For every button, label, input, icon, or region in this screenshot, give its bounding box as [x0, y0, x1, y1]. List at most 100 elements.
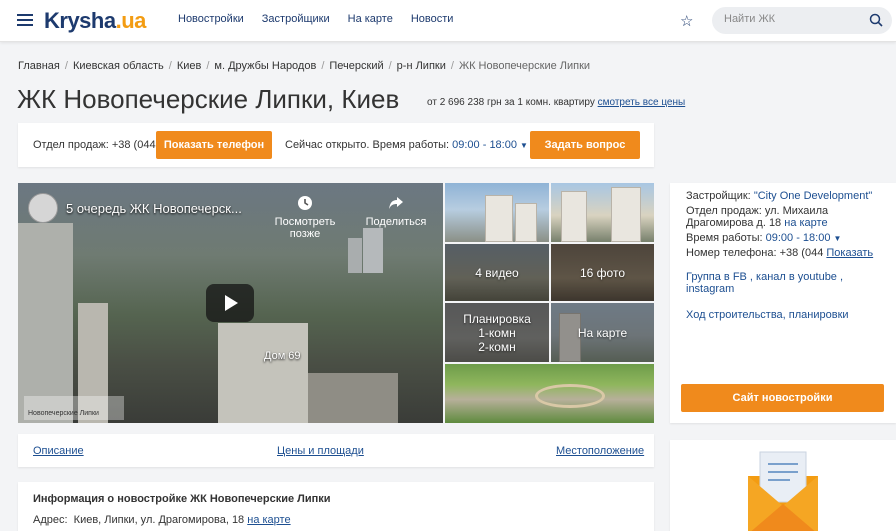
show-phone-button[interactable]: Показать телефон [156, 131, 272, 159]
breadcrumb-separator: / [64, 60, 68, 72]
tab-location[interactable]: Местоположение [556, 445, 644, 457]
building-image [515, 203, 537, 242]
envelope-icon [748, 451, 818, 531]
building-image [18, 223, 73, 423]
search-icon[interactable] [869, 13, 883, 27]
construction-progress-link[interactable]: Ход строительства, планировки [686, 308, 849, 322]
building-image [348, 238, 362, 273]
photo-thumbnail[interactable] [551, 183, 654, 242]
hours-row: Время работы: 09:00 - 18:00 ▼ [686, 231, 841, 246]
watch-later-button[interactable]: Посмотреть позже [258, 195, 352, 240]
map-tile[interactable]: На карте [551, 303, 654, 362]
share-button[interactable]: Поделиться [364, 195, 428, 228]
layouts-option-1: 1-комн [478, 325, 516, 340]
address-label: Адрес: [33, 514, 68, 526]
nav-item-map[interactable]: На карте [348, 13, 393, 25]
park-image [535, 384, 605, 408]
photos-tile[interactable]: 16 фото [551, 244, 654, 301]
description-heading: Информация о новостройке ЖК Новопечерски… [33, 493, 331, 505]
newsletter-card [670, 440, 896, 531]
breadcrumb-district[interactable]: Печерский [329, 60, 383, 72]
logo-tld: .ua [115, 8, 147, 33]
video-watermark: Новопечерские Липки [24, 396, 124, 420]
breadcrumb-separator: / [450, 60, 454, 72]
watch-later-label: Посмотреть позже [274, 216, 336, 240]
hours-value: 09:00 - 18:00 [765, 232, 831, 244]
sales-office-address: Драгомирова д. 18 [686, 217, 782, 229]
map-label: На карте [577, 325, 628, 340]
ask-question-button[interactable]: Задать вопрос [530, 131, 640, 159]
breadcrumb-city[interactable]: Киев [177, 60, 202, 72]
videos-count: 4 видео [475, 265, 519, 280]
search-box [712, 7, 892, 34]
hours-value: 09:00 - 18:00 [452, 139, 517, 151]
page-title: ЖК Новопечерские Липки, Киев [17, 84, 400, 114]
star-icon[interactable]: ☆ [680, 12, 693, 30]
building-image [363, 228, 383, 273]
breadcrumb: Главная / Киевская область / Киев / м. Д… [18, 60, 590, 72]
developer-info-panel: Застройщик: "City One Development" Отдел… [670, 183, 896, 423]
address-value: Киев, Липки, ул. Драгомирова, 18 [73, 514, 245, 526]
layouts-title: Планировка [463, 311, 531, 326]
price-line: от 2 696 238 грн за 1 комн. квартиру смо… [427, 97, 685, 108]
share-icon [389, 197, 403, 209]
breadcrumb-separator: / [321, 60, 325, 72]
chevron-down-icon: ▼ [520, 141, 528, 150]
layouts-tile[interactable]: Планировка 1-комн 2-комн [445, 303, 549, 362]
developer-label: Застройщик: [686, 190, 751, 202]
play-icon[interactable] [206, 284, 254, 322]
developer-row: Застройщик: "City One Development" [686, 189, 872, 203]
opening-hours: Сейчас открыто. Время работы: 09:00 - 18… [285, 139, 528, 151]
developer-link[interactable]: "City One Development" [754, 190, 872, 202]
breadcrumb-region[interactable]: Киевская область [73, 60, 164, 72]
phone-row: Номер телефона: +38 (044 Показать [686, 246, 873, 260]
office-map-link[interactable]: на карте [784, 217, 827, 229]
layouts-label: Планировка 1-комн 2-комн [445, 312, 549, 354]
phone-label: Номер телефона: +38 (044 [686, 247, 824, 259]
breadcrumb-area[interactable]: р-н Липки [397, 60, 446, 72]
building-image [485, 195, 513, 242]
open-status: Сейчас открыто. Время работы: [285, 139, 450, 151]
video-caption: Дом 69 [264, 350, 301, 362]
tab-description[interactable]: Описание [33, 445, 84, 457]
nav-item-developers[interactable]: Застройщики [262, 13, 330, 25]
hours-label: Время работы: [686, 232, 763, 244]
building-image [308, 373, 398, 423]
sales-dept-phone: Отдел продаж: +38 (044 [33, 139, 156, 151]
top-header: Krysha.ua Новостройки Застройщики На кар… [0, 0, 896, 42]
address-map-link[interactable]: на карте [247, 514, 290, 526]
building-image [218, 323, 308, 423]
layouts-option-2: 2-комн [478, 339, 516, 354]
channel-avatar[interactable] [28, 193, 58, 223]
address-row: Адрес: Киев, Липки, ул. Драгомирова, 18 … [33, 514, 291, 526]
sales-office-row-2: Драгомирова д. 18 на карте [686, 216, 828, 230]
tab-prices[interactable]: Цены и площади [277, 445, 364, 457]
search-input[interactable] [724, 13, 864, 25]
nav-item-new-buildings[interactable]: Новостройки [178, 13, 244, 25]
show-phone-link[interactable]: Показать [826, 247, 873, 259]
website-button[interactable]: Сайт новостройки [681, 384, 884, 412]
sales-bar: Отдел продаж: +38 (044 Показать телефон … [18, 123, 654, 167]
price-text: от 2 696 238 грн за 1 комн. квартиру [427, 97, 595, 108]
nav-item-news[interactable]: Новости [411, 13, 454, 25]
breadcrumb-current: ЖК Новопечерские Липки [458, 60, 591, 72]
section-tabs: Описание Цены и площади Местоположение [18, 434, 654, 467]
site-logo[interactable]: Krysha.ua [44, 8, 146, 34]
breadcrumb-home[interactable]: Главная [18, 60, 60, 72]
chevron-down-icon: ▼ [833, 234, 842, 243]
all-prices-link[interactable]: смотреть все цены [598, 97, 686, 108]
video-player[interactable]: 5 очередь ЖК Новопечерск... Посмотреть п… [18, 183, 443, 423]
breadcrumb-separator: / [168, 60, 172, 72]
videos-tile[interactable]: 4 видео [445, 244, 549, 301]
breadcrumb-metro[interactable]: м. Дружбы Народов [214, 60, 316, 72]
menu-icon[interactable] [17, 14, 33, 26]
photos-count: 16 фото [580, 265, 625, 280]
breadcrumb-separator: / [388, 60, 392, 72]
share-label: Поделиться [365, 216, 427, 228]
hours-dropdown[interactable]: 09:00 - 18:00 ▼ [452, 139, 528, 151]
photo-thumbnail[interactable] [445, 183, 549, 242]
hours-dropdown[interactable]: 09:00 - 18:00 ▼ [766, 232, 842, 244]
video-title[interactable]: 5 очередь ЖК Новопечерск... [66, 201, 242, 216]
photo-thumbnail[interactable] [445, 364, 654, 423]
instagram-link[interactable]: instagram [686, 282, 734, 296]
